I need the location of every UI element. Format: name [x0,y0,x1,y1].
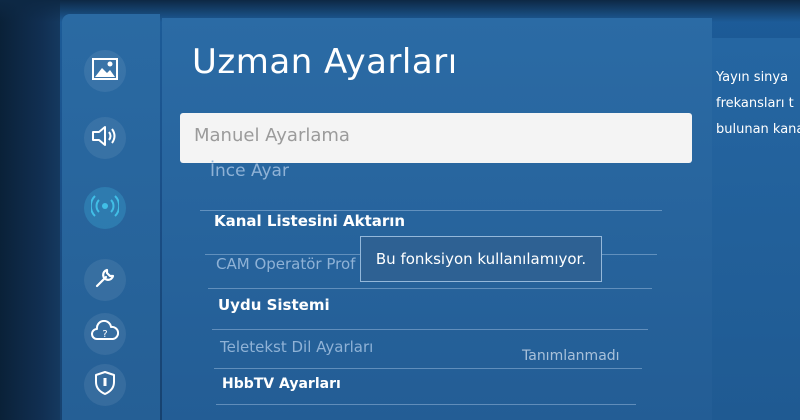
menu-item-value: Tanımlanmadı [522,348,620,364]
menu-item-cam-operator-profile[interactable]: CAM Operatör Prof [216,255,356,281]
page-title: Uzman Ayarları [192,42,458,82]
menu-item-fine-tuning[interactable]: İnce Ayar [210,161,660,191]
menu-item-label: İnce Ayar [210,161,289,181]
menu-item-label: CAM Operatör Prof [216,255,356,273]
sidebar-item-broadcast[interactable] [84,187,126,229]
sidebar-item-picture[interactable] [84,50,126,92]
sidebar-item-sound[interactable] [84,117,126,159]
description-line: bulunan kana [716,122,800,137]
divider [200,210,662,211]
menu-item-teletext-language[interactable]: Teletekst Dil Ayarları Tanımlanmadı [220,338,630,364]
menu-item-label: Kanal Listesini Aktarın [214,212,406,230]
description-line: Yayın sinya [716,70,789,85]
tooltip-text: Bu fonksiyon kullanılamıyor. [375,250,587,268]
divider [214,368,642,369]
privacy-shield-icon [94,370,116,400]
broadcast-icon [89,192,121,224]
unavailable-tooltip: Bu fonksiyon kullanılamıyor. [360,236,602,282]
sidebar-item-support[interactable]: ? [84,313,126,355]
menu-item-label: Manuel Ayarlama [194,125,350,146]
menu-item-label: Teletekst Dil Ayarları [220,338,374,356]
divider [216,404,636,405]
menu-item-manual-tuning[interactable]: Manuel Ayarlama [180,113,692,163]
divider [208,288,652,289]
sidebar-item-privacy[interactable] [84,364,126,406]
tv-bezel [0,0,60,420]
menu-item-hbbtv-settings[interactable]: HbbTV Ayarları [222,376,622,402]
sidebar-item-general[interactable] [84,259,126,301]
menu-item-satellite-system[interactable]: Uydu Sistemi [218,296,638,322]
wrench-icon [93,266,117,294]
menu-item-label: Uydu Sistemi [218,296,330,314]
settings-sidebar: ? [62,14,160,420]
menu-item-label: HbbTV Ayarları [222,376,341,392]
picture-icon [92,58,118,84]
support-icon: ? [91,319,120,348]
sound-icon [90,124,120,152]
svg-text:?: ? [102,329,107,340]
divider [212,329,648,330]
description-line: frekansları t [716,96,794,111]
